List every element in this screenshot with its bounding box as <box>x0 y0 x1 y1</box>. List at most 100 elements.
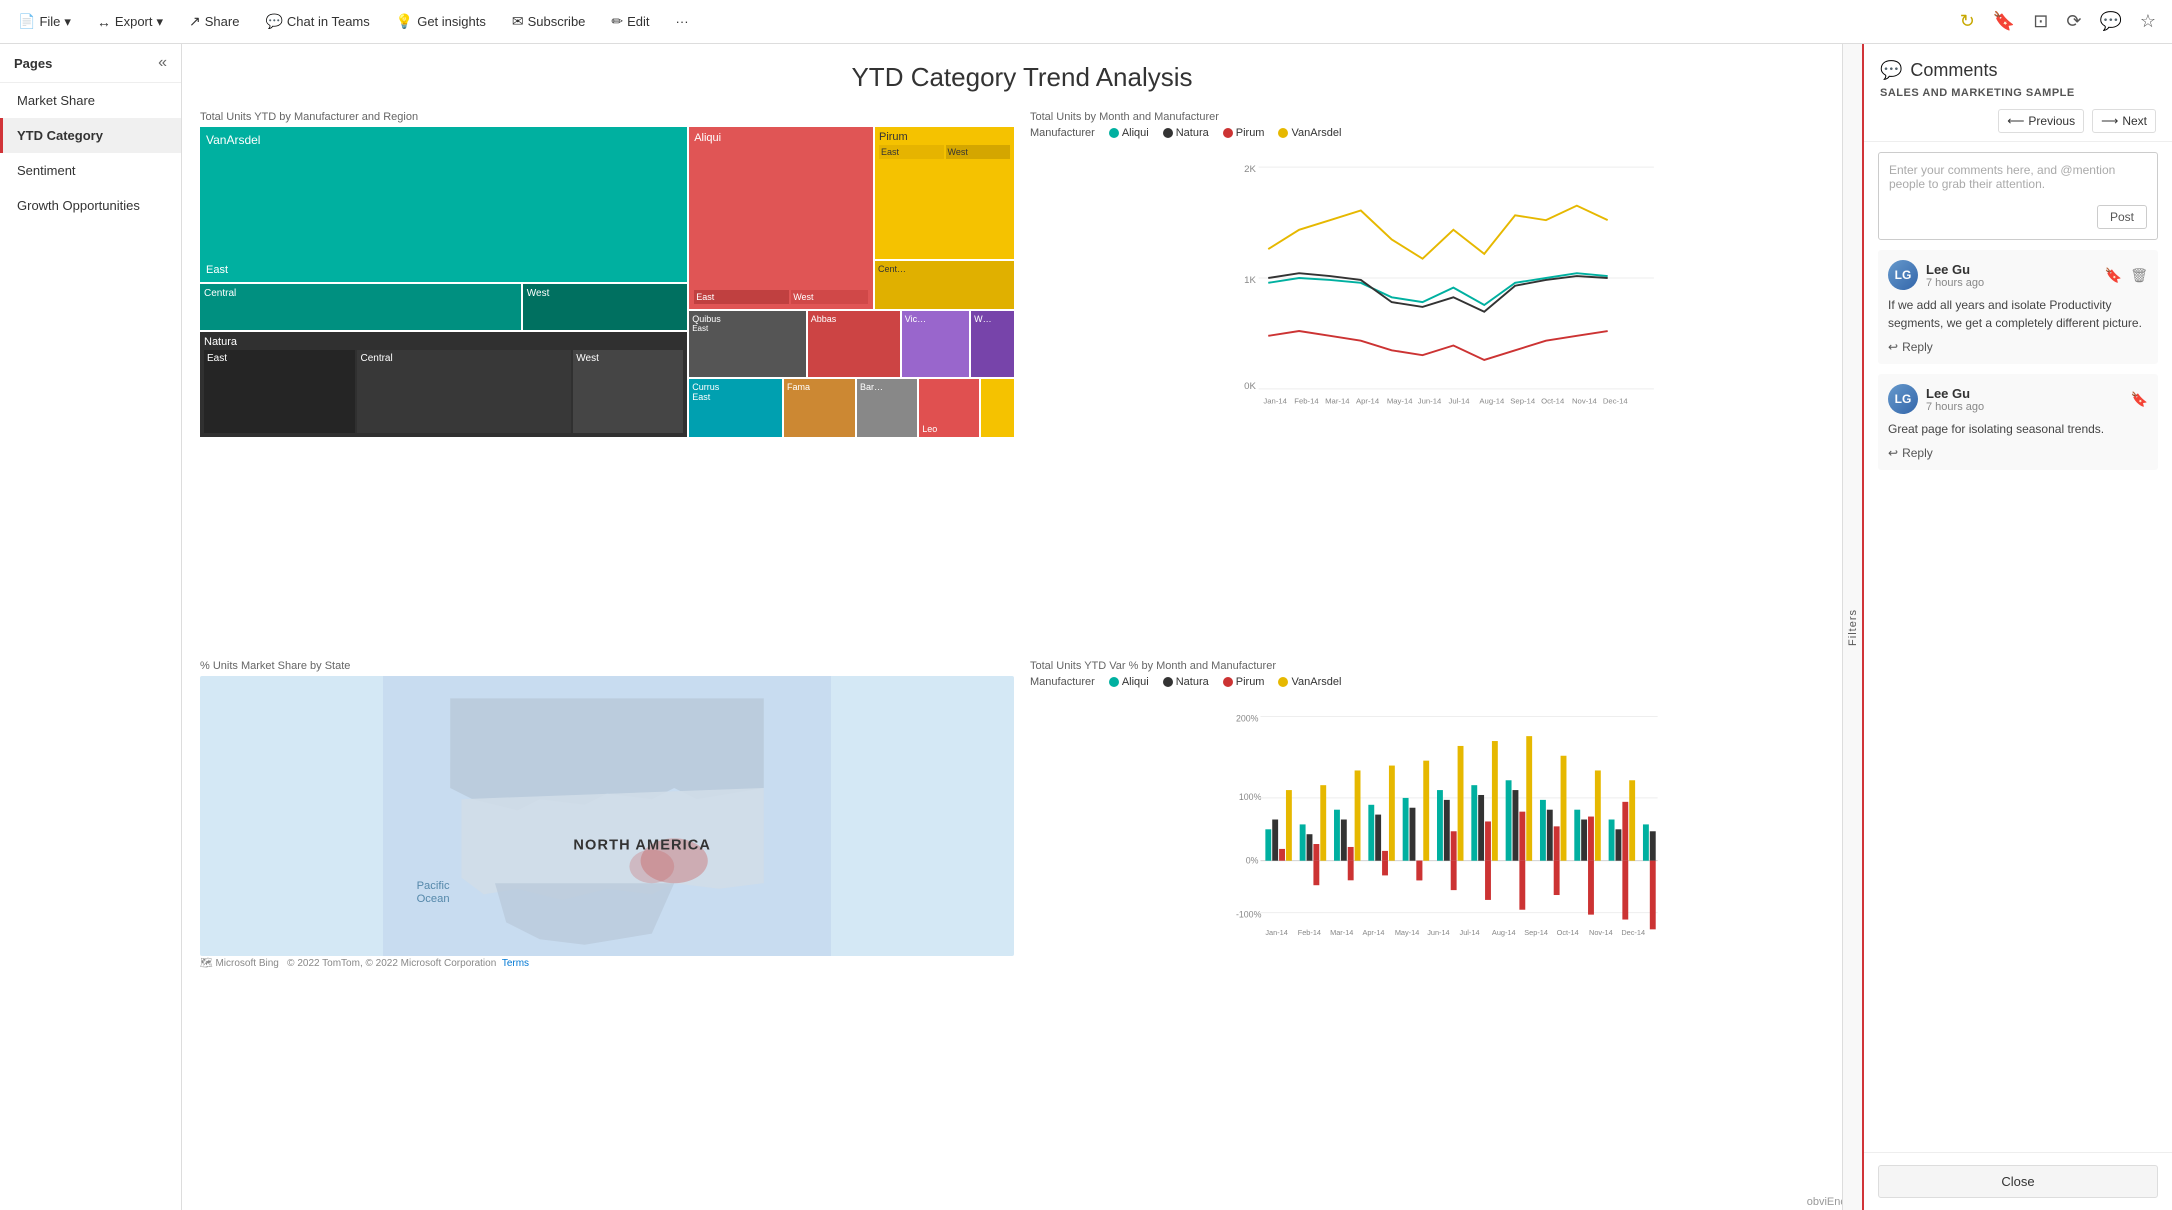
previous-button[interactable]: ⟵ Previous <box>1998 109 2084 133</box>
map-terms-link[interactable]: Terms <box>502 958 529 969</box>
treemap[interactable]: VanArsdel East Central West Natura East … <box>200 127 1014 437</box>
bar-legend-vanarsdel: VanArsdel <box>1278 676 1341 688</box>
comments-nav: ⟵ Previous ⟶ Next <box>1880 109 2156 133</box>
sidebar-item-growth-opportunities[interactable]: Growth Opportunities <box>0 188 181 223</box>
close-button[interactable]: Close <box>1878 1165 2158 1198</box>
tm-leo: Leo <box>919 379 979 437</box>
line-chart-svg: 2K 1K 0K Jan-14 Feb-14 Mar-14 Apr-14 May… <box>1030 143 1844 413</box>
comment-input[interactable]: Enter your comments here, and @mention p… <box>1878 152 2158 240</box>
comments-header: 💬 Comments SALES AND MARKETING SAMPLE ⟵ … <box>1864 44 2172 142</box>
barchart-legend: Manufacturer Aliqui Natura Pirum VanArsd… <box>1030 676 1844 688</box>
export-label: Export <box>115 14 153 29</box>
sidebar-collapse-button[interactable]: « <box>158 54 167 72</box>
topbar-left: 📄 File ▾ ↔ Export ▾ ↗ Share 💬 Chat in Te… <box>12 9 1948 34</box>
comment-avatar-2: LG <box>1888 384 1918 414</box>
treemap-title: Total Units YTD by Manufacturer and Regi… <box>200 111 1014 123</box>
file-label: File <box>39 14 60 29</box>
manufacturer-label: Manufacturer <box>1030 127 1095 139</box>
tm-natura-east: East <box>204 350 355 434</box>
comment-placeholder: Enter your comments here, and @mention p… <box>1889 163 2115 191</box>
linechart-container: Total Units by Month and Manufacturer Ma… <box>1022 103 1852 652</box>
comment-card-1: LG Lee Gu 7 hours ago 🔖 🗑 If we add all … <box>1878 250 2158 364</box>
map-title: % Units Market Share by State <box>200 660 1014 672</box>
tm-natura-west: West <box>573 350 683 434</box>
reply-label-1: Reply <box>1902 340 1933 354</box>
comments-subtitle: SALES AND MARKETING SAMPLE <box>1880 87 2156 99</box>
teams-icon: 💬 <box>265 13 282 30</box>
filters-label: Filters <box>1847 609 1859 646</box>
comment-reply-1[interactable]: ↩ Reply <box>1888 340 2148 354</box>
sidebar-item-sentiment[interactable]: Sentiment <box>0 153 181 188</box>
post-button[interactable]: Post <box>2097 205 2147 229</box>
export-button[interactable]: ↔ Export ▾ <box>91 10 169 34</box>
legend-natura: Natura <box>1163 127 1209 139</box>
comment-button[interactable]: 💬 <box>2095 7 2125 36</box>
file-button[interactable]: 📄 File ▾ <box>12 9 77 34</box>
svg-text:Aug-14: Aug-14 <box>1479 396 1505 405</box>
sidebar-item-label: YTD Category <box>17 128 103 143</box>
get-insights-button[interactable]: 💡 Get insights <box>390 9 492 34</box>
barchart-container: Total Units YTD Var % by Month and Manuf… <box>1022 652 1852 1184</box>
topbar: 📄 File ▾ ↔ Export ▾ ↗ Share 💬 Chat in Te… <box>0 0 2172 44</box>
tm-vanarsdel-central: Central <box>200 284 521 330</box>
view-button[interactable]: ⊡ <box>2029 7 2052 36</box>
sidebar-item-label: Growth Opportunities <box>17 198 140 213</box>
tm-natura-central: Central <box>357 350 571 434</box>
tm-yellow-sm <box>981 379 1014 437</box>
more-button[interactable]: ··· <box>670 10 695 33</box>
chat-in-teams-button[interactable]: 💬 Chat in Teams <box>259 9 375 34</box>
sidebar-item-ytd-category[interactable]: YTD Category <box>0 118 181 153</box>
comment-time-1: 7 hours ago <box>1926 277 2097 289</box>
svg-text:Oct-14: Oct-14 <box>1557 928 1579 937</box>
tm-pirum-block: Pirum East West <box>875 127 1014 259</box>
comment-reply-2[interactable]: ↩ Reply <box>1888 446 2148 460</box>
svg-text:Apr-14: Apr-14 <box>1362 928 1384 937</box>
reload-button[interactable]: ⟳ <box>2062 7 2085 36</box>
share-button[interactable]: ↗ Share <box>183 9 245 34</box>
main-layout: Pages « Market Share YTD Category Sentim… <box>0 44 2172 1210</box>
star-button[interactable]: ☆ <box>2136 7 2160 36</box>
subscribe-button[interactable]: ✉ Subscribe <box>506 9 592 34</box>
comment-delete-1[interactable]: 🗑 <box>2130 267 2148 284</box>
svg-text:NORTH AMERICA: NORTH AMERICA <box>573 838 711 854</box>
bookmark-button[interactable]: 🔖 <box>1989 7 2019 36</box>
edit-label: Edit <box>627 14 649 29</box>
export-chevron-icon: ▾ <box>157 14 164 30</box>
tm-bar: Bar… <box>857 379 917 437</box>
comment-bookmark-1[interactable]: 🔖 <box>2105 267 2122 284</box>
previous-icon: ⟵ <box>2007 114 2024 128</box>
refresh-button[interactable]: ↻ <box>1956 7 1979 36</box>
legend-aliqui: Aliqui <box>1109 127 1149 139</box>
bar-legend-pirum: Pirum <box>1223 676 1265 688</box>
reply-icon-2: ↩ <box>1888 446 1898 460</box>
edit-button[interactable]: ✏ Edit <box>605 9 655 34</box>
map-visual[interactable]: NORTH AMERICA Pacific Ocean <box>200 676 1014 956</box>
bar-manufacturer-label: Manufacturer <box>1030 676 1095 688</box>
comment-bookmark-2[interactable]: 🔖 <box>2131 391 2148 408</box>
next-button[interactable]: ⟶ Next <box>2092 109 2156 133</box>
tm-vanarsdel-west: West <box>523 284 687 330</box>
comment-username-1: Lee Gu <box>1926 262 2097 277</box>
tm-vic: Vic… <box>902 311 969 377</box>
linechart-legend: Manufacturer Aliqui Natura Pirum VanArsd… <box>1030 127 1844 139</box>
map-svg: NORTH AMERICA Pacific Ocean <box>200 676 1014 956</box>
svg-text:200%: 200% <box>1236 713 1259 723</box>
svg-text:Jun-14: Jun-14 <box>1418 396 1442 405</box>
sidebar-header: Pages « <box>0 44 181 83</box>
svg-text:Mar-14: Mar-14 <box>1330 928 1353 937</box>
comment-username-2: Lee Gu <box>1926 386 2123 401</box>
filters-tab[interactable]: Filters <box>1842 44 1862 1210</box>
insights-icon: 💡 <box>396 13 413 30</box>
comments-icon: 💬 <box>1880 60 1902 81</box>
reply-label-2: Reply <box>1902 446 1933 460</box>
get-insights-label: Get insights <box>417 14 486 29</box>
comments-title: 💬 Comments <box>1880 60 2156 81</box>
edit-icon: ✏ <box>611 13 623 30</box>
export-icon: ↔ <box>97 14 111 30</box>
sidebar-item-market-share[interactable]: Market Share <box>0 83 181 118</box>
comment-avatar-1: LG <box>1888 260 1918 290</box>
sidebar-title: Pages <box>14 56 52 71</box>
bar-legend-aliqui: Aliqui <box>1109 676 1149 688</box>
svg-text:Jun-14: Jun-14 <box>1427 928 1449 937</box>
svg-text:Nov-14: Nov-14 <box>1572 396 1598 405</box>
